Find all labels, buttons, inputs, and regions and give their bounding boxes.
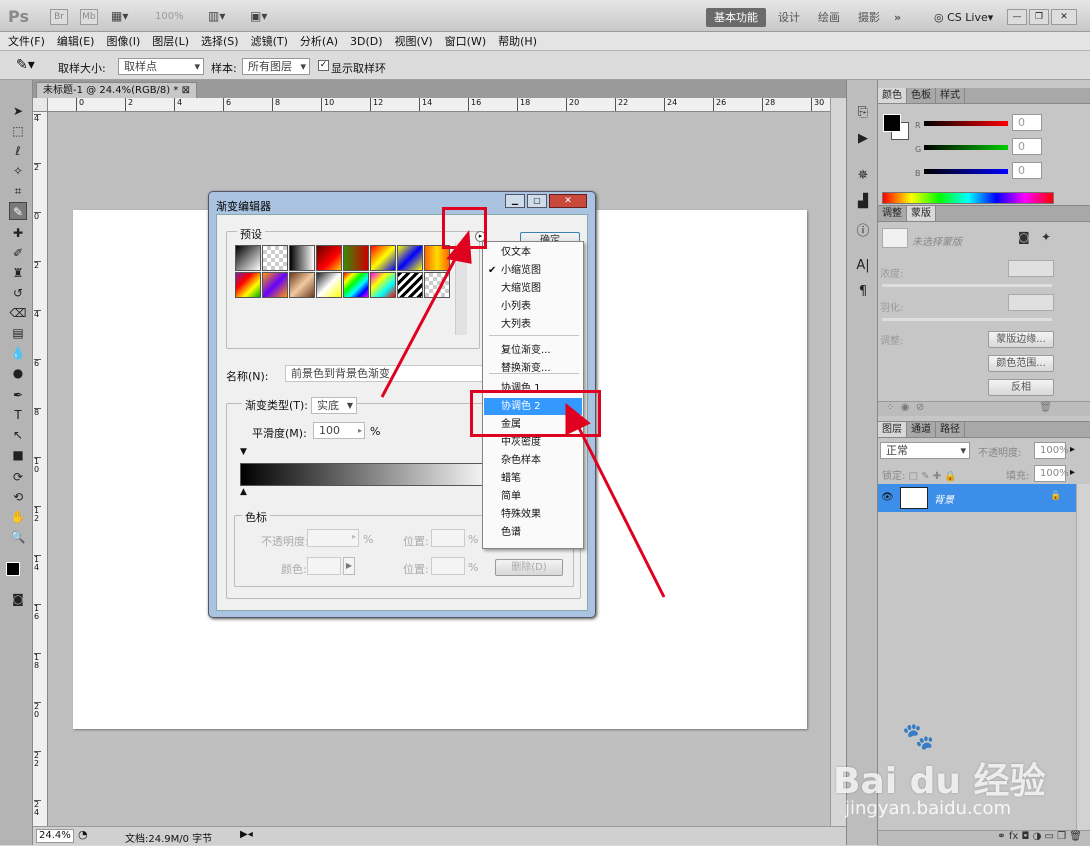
annotation-arrows — [380, 230, 666, 598]
annotation-arrow-head-2 — [565, 402, 591, 436]
annotation-arrow-head-1 — [446, 230, 472, 264]
paw-logo-icon: 🐾 — [902, 722, 935, 752]
annotation-arrow-line-1 — [380, 245, 464, 398]
watermark-brand: Bai du 经验 — [833, 761, 1046, 802]
annotation-arrow-line-2 — [573, 419, 666, 598]
color-foreground-swatch[interactable] — [883, 114, 901, 132]
watermark-url: jingyan.baidu.com — [845, 798, 1012, 819]
